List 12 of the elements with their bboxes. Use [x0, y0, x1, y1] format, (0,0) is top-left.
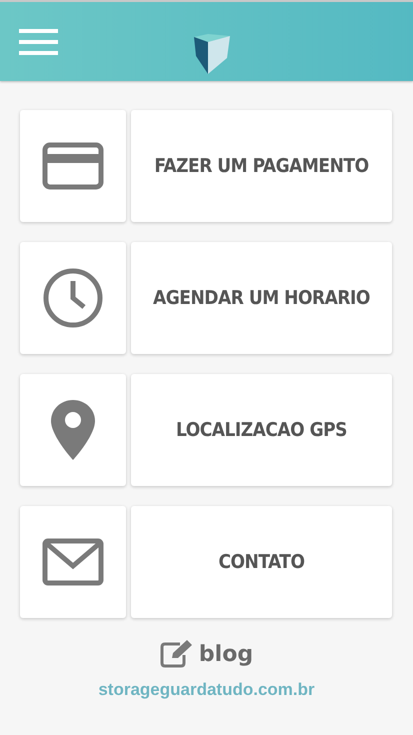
credit-card-icon	[42, 142, 104, 190]
location-pin-icon	[51, 400, 95, 460]
blog-link[interactable]: blog	[160, 640, 254, 668]
edit-icon	[160, 640, 194, 668]
menu-option-button[interactable]: LOCALIZACAO GPS	[131, 374, 392, 486]
menu-option-button[interactable]: FAZER UM PAGAMENTO	[131, 110, 392, 222]
envelope-icon	[42, 538, 104, 586]
menu-option-button[interactable]: CONTATO	[131, 506, 392, 618]
menu-option-button[interactable]: AGENDAR UM HORARIO	[131, 242, 392, 354]
cube-logo	[194, 34, 230, 74]
menu-button[interactable]	[19, 28, 58, 54]
clock-icon	[42, 267, 104, 329]
